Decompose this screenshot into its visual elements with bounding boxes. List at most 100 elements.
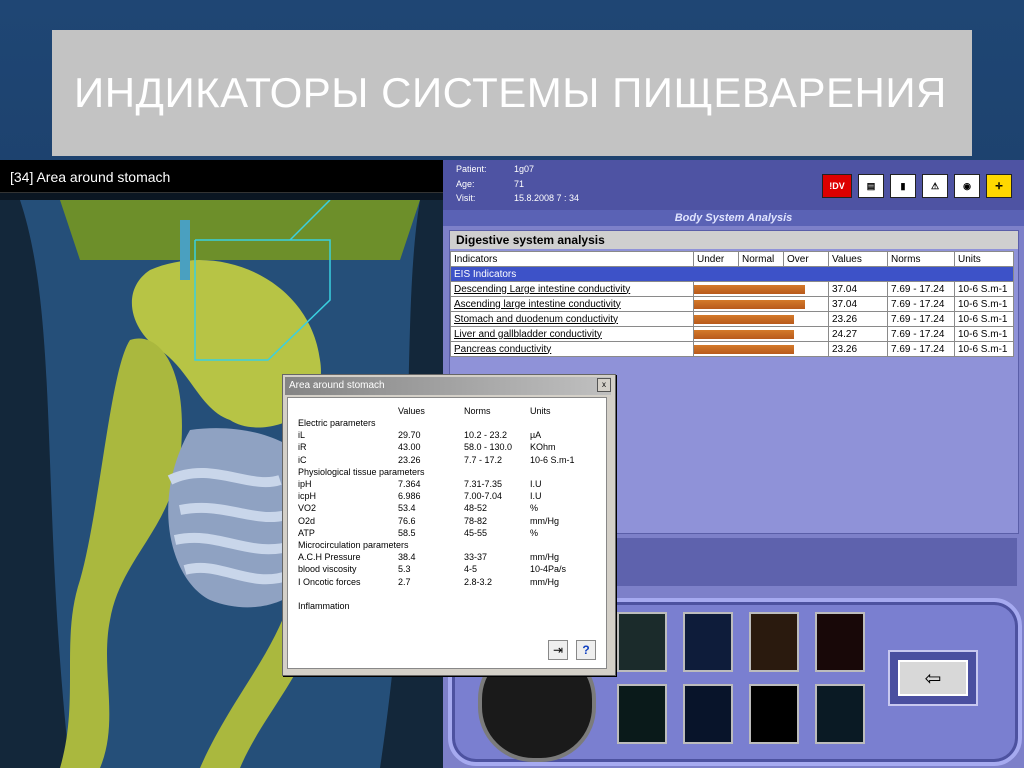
param-value: 53.4 bbox=[398, 503, 416, 514]
dialog-row: ATP 58.5 45-55% bbox=[288, 528, 606, 540]
indicator-name[interactable]: Descending Large intestine conductivity bbox=[450, 281, 694, 297]
level-cell bbox=[693, 296, 829, 312]
level-bar bbox=[694, 345, 795, 354]
group-row: EIS Indicators bbox=[450, 266, 1014, 282]
info-icon[interactable]: ▤ bbox=[858, 174, 884, 198]
param-name: Physiological tissue parameters bbox=[298, 466, 425, 477]
organ-button-lungs[interactable] bbox=[683, 684, 733, 744]
warning-icon[interactable]: ⚠ bbox=[922, 174, 948, 198]
table-row[interactable]: Descending Large intestine conductivity 3… bbox=[450, 281, 1014, 297]
help-icon[interactable]: ? bbox=[576, 640, 596, 660]
dialog-row: iR 43.00 58.0 - 130.0 KOhm bbox=[288, 442, 606, 454]
col-normal: Normal bbox=[738, 251, 784, 267]
idv-label: !DV bbox=[829, 181, 845, 191]
norm-cell: 7.69 - 17.24 bbox=[887, 326, 955, 342]
table-row[interactable]: Liver and gallbladder conductivity 24.27 7… bbox=[450, 326, 1014, 342]
cd-icon[interactable]: ◉ bbox=[954, 174, 980, 198]
param-unit: 10-4Pa/s bbox=[530, 564, 567, 575]
indicator-name[interactable]: Ascending large intestine conductivity bbox=[450, 296, 694, 312]
value-cell: 23.26 bbox=[828, 311, 888, 327]
dialog-icons: ⇥ ? bbox=[548, 640, 596, 660]
analysis-title: Digestive system analysis bbox=[450, 231, 1018, 249]
norm-cell: 7.69 - 17.24 bbox=[887, 311, 955, 327]
col-values: Values bbox=[828, 251, 888, 267]
eis-indicators-group[interactable]: EIS Indicators bbox=[450, 266, 1014, 282]
level-cell bbox=[693, 281, 829, 297]
level-bar bbox=[694, 285, 805, 294]
norm-cell: 7.69 - 17.24 bbox=[887, 341, 955, 357]
param-norm: 7.00-7.04 bbox=[464, 491, 503, 502]
param-name: O2d bbox=[298, 515, 316, 526]
dialog-title: Area around stomach bbox=[285, 377, 611, 395]
param-name: Inflammation bbox=[298, 601, 350, 611]
dialog-header-row: Values Norms Units bbox=[288, 406, 606, 418]
indicator-link[interactable]: Liver and gallbladder conductivity bbox=[454, 329, 602, 340]
indicator-link[interactable]: Pancreas conductivity bbox=[454, 344, 551, 355]
organ-button-spine[interactable] bbox=[815, 612, 865, 672]
param-norm: 45-55 bbox=[464, 527, 488, 538]
param-unit: I.U bbox=[530, 479, 542, 489]
close-icon[interactable]: x bbox=[597, 378, 611, 392]
idv-button[interactable]: !DV bbox=[822, 174, 852, 198]
param-norm: 7.31-7.35 bbox=[464, 479, 503, 489]
param-value: 6.986 bbox=[398, 491, 421, 502]
indicator-name[interactable]: Liver and gallbladder conductivity bbox=[450, 326, 694, 342]
param-name: iR bbox=[298, 442, 307, 453]
organ-button-hourglass[interactable] bbox=[749, 684, 799, 744]
organ-button-heart[interactable] bbox=[749, 612, 799, 672]
bar-chart-icon[interactable]: ▮ bbox=[890, 174, 916, 198]
table-row[interactable]: Pancreas conductivity 23.26 7.69 - 17.24 10… bbox=[450, 341, 1014, 357]
level-bar bbox=[694, 300, 805, 309]
param-norm: 48-52 bbox=[464, 503, 488, 514]
export-icon[interactable]: ⇥ bbox=[548, 640, 568, 660]
norm-cell: 7.69 - 17.24 bbox=[887, 296, 955, 312]
organ-button-pelvis[interactable] bbox=[617, 684, 667, 744]
param-name: I Oncotic forces bbox=[298, 576, 361, 587]
age-value: 71 bbox=[514, 179, 525, 189]
param-unit: % bbox=[530, 527, 539, 538]
organ-button-kidneys[interactable] bbox=[815, 684, 865, 744]
indicator-name[interactable]: Pancreas conductivity bbox=[450, 341, 694, 357]
param-norm: 33-37 bbox=[464, 552, 488, 563]
param-unit: I.U bbox=[530, 491, 542, 502]
indicator-link[interactable]: Descending Large intestine conductivity bbox=[454, 284, 630, 295]
param-value: 29.70 bbox=[398, 430, 421, 441]
visit-label: Visit: bbox=[456, 193, 476, 203]
table-row[interactable]: Ascending large intestine conductivity 37… bbox=[450, 296, 1014, 312]
param-name: iC bbox=[298, 454, 307, 465]
param-value: 38.4 bbox=[398, 552, 416, 563]
indicator-name[interactable]: Stomach and duodenum conductivity bbox=[450, 311, 694, 327]
param-unit: % bbox=[530, 503, 539, 514]
table-row[interactable]: Stomach and duodenum conductivity 23.26 7.… bbox=[450, 311, 1014, 327]
dialog-row: Microcirculation parameters bbox=[288, 540, 606, 552]
param-value: 23.26 bbox=[398, 454, 421, 465]
indicators-table: Indicators Under Normal Over Values Norm… bbox=[450, 251, 1014, 357]
back-button[interactable]: ⇦ bbox=[888, 650, 978, 706]
dialog-row: ipH 7.364 7.31-7.35 I.U bbox=[288, 479, 606, 491]
param-norm: 2.8-3.2 bbox=[464, 576, 493, 587]
indicator-link[interactable]: Ascending large intestine conductivity bbox=[454, 299, 621, 310]
value-cell: 23.26 bbox=[828, 341, 888, 357]
norm-cell: 7.69 - 17.24 bbox=[887, 281, 955, 297]
param-name: ATP bbox=[298, 527, 315, 538]
dialog-row: O2d 76.6 78-82 mm/Hg bbox=[288, 516, 606, 528]
organ-button-digestive[interactable] bbox=[617, 612, 667, 672]
param-unit: µA bbox=[530, 430, 542, 441]
dialog-row: A.C.H Pressure 38.4 33-37 mm/Hg bbox=[288, 552, 606, 564]
viewport-title: [34] Area around stomach bbox=[10, 169, 171, 185]
level-cell bbox=[693, 326, 829, 342]
organ-button-brain[interactable] bbox=[683, 612, 733, 672]
dialog-col-norms: Norms bbox=[464, 406, 491, 416]
param-value: 58.5 bbox=[398, 527, 416, 538]
unit-cell: 10-6 S.m-1 bbox=[954, 311, 1014, 327]
indicator-link[interactable]: Stomach and duodenum conductivity bbox=[454, 314, 618, 325]
param-name: blood viscosity bbox=[298, 564, 357, 575]
dialog-row: Inflammation bbox=[288, 601, 606, 613]
param-norm: 58.0 - 130.0 bbox=[464, 442, 513, 453]
value-cell: 24.27 bbox=[828, 326, 888, 342]
param-unit: 10-6 S.m-1 bbox=[530, 454, 575, 465]
col-norms: Norms bbox=[887, 251, 955, 267]
stomach-area-dialog: Area around stomach x Values Norms Units… bbox=[282, 374, 616, 676]
navigation-icon[interactable]: ✛ bbox=[986, 174, 1012, 198]
level-bar bbox=[694, 315, 795, 324]
